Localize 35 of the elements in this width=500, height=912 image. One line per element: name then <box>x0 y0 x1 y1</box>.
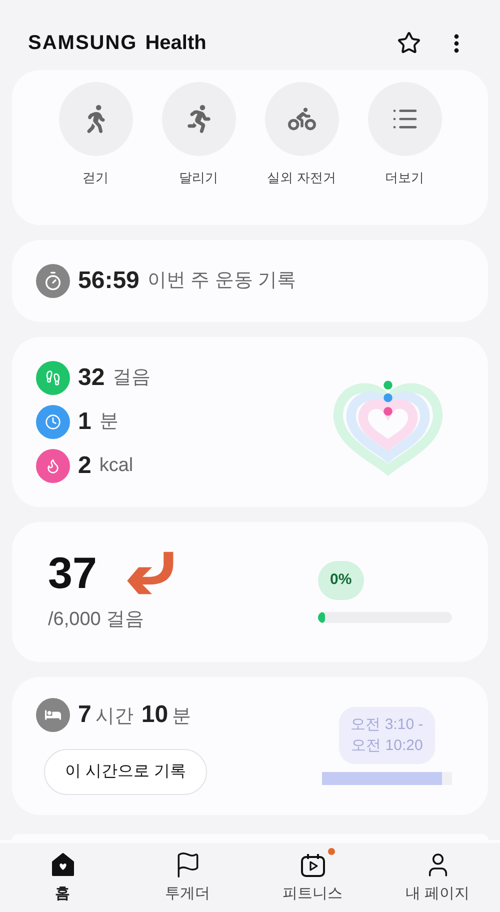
sleep-hours: 7 <box>78 700 92 730</box>
running-person-icon <box>184 105 212 133</box>
nav-tab[interactable]: 홈 <box>0 851 125 912</box>
workout-shortcut[interactable]: 더보기 <box>353 82 456 225</box>
metric-unit: 분 <box>99 410 118 434</box>
stopwatch-icon <box>36 264 70 298</box>
workout-label: 이번 주 운동 기록 <box>147 268 296 293</box>
nav-tab[interactable]: 피트니스 <box>250 851 375 912</box>
workout-shortcut[interactable]: 실외 자전거 <box>250 82 353 225</box>
metric-value: 1 <box>78 407 92 437</box>
step-count: 37 <box>48 552 97 596</box>
play-calendar-icon <box>298 851 326 879</box>
minutes-unit: 분 <box>172 705 192 729</box>
metric-unit: kcal <box>99 454 134 478</box>
sleep-time-range: 오전 3:10 - <box>350 714 424 735</box>
record-time-button[interactable]: 이 시간으로 기록 <box>44 749 207 795</box>
workout-time: 56:59 <box>78 266 140 296</box>
workout-shortcut[interactable]: 걷기 <box>44 82 147 225</box>
nav-tab[interactable]: 내 페이지 <box>375 851 500 912</box>
cyclist-icon <box>288 105 316 133</box>
bed-icon <box>36 698 70 732</box>
metric-value: 32 <box>78 363 105 393</box>
metric-unit: 걸음 <box>112 366 151 390</box>
brand-wordmark: SAMSUNG <box>28 31 138 56</box>
metric-value: 2 <box>78 451 92 481</box>
sleep-minutes: 10 <box>141 700 168 730</box>
nav-tab[interactable]: 투게더 <box>125 851 250 912</box>
app-title: Health <box>145 31 206 56</box>
star-icon <box>397 31 421 55</box>
workout-shortcut[interactable]: 달리기 <box>147 82 250 225</box>
hours-unit: 시간 <box>95 705 134 729</box>
progress-percent: 0% <box>318 561 364 600</box>
sleep-time-range: 오전 10:20 <box>351 736 423 756</box>
more-options-icon <box>454 34 459 52</box>
step-goal: /6,000 걸음 <box>48 608 146 632</box>
